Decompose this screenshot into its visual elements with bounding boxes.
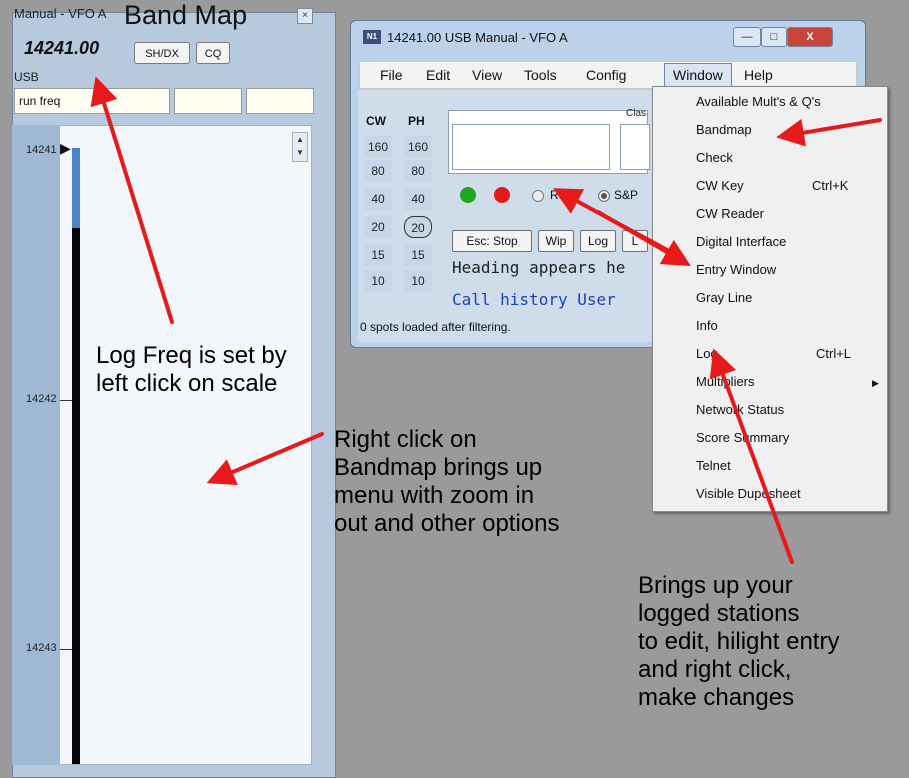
arrow-to-frequency: [90, 76, 174, 324]
arrow-to-bandmap-area: [206, 432, 324, 486]
arrow-to-log-menu: [709, 348, 794, 564]
arrow-to-entry-window: [596, 210, 691, 267]
arrow-to-bandmap-menu: [776, 118, 882, 147]
annotation-arrows: [90, 76, 882, 564]
